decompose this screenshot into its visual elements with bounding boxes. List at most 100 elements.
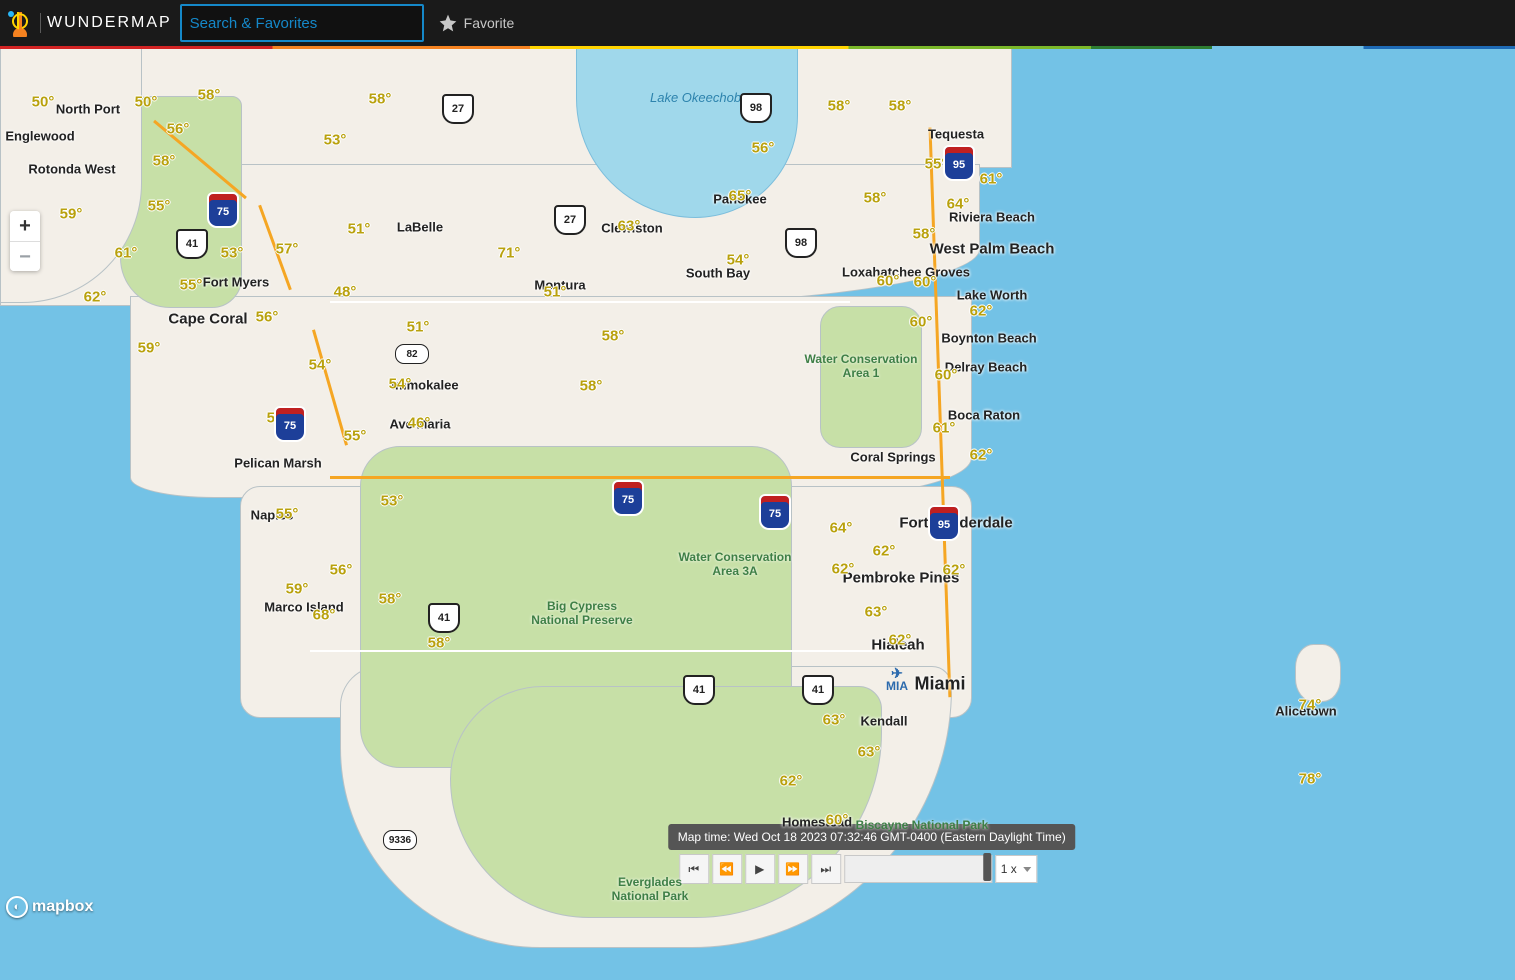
mapbox-attribution[interactable]: ◐ mapbox: [6, 896, 93, 918]
temperature-pin[interactable]: 62: [873, 543, 896, 560]
highway-shield: 27: [554, 205, 586, 235]
highway-shield: 75: [207, 192, 239, 228]
temperature-pin[interactable]: 62: [780, 773, 803, 790]
temperature-pin[interactable]: 65: [729, 188, 752, 205]
temperature-pin[interactable]: 55: [276, 506, 299, 523]
timeline-track[interactable]: [844, 855, 992, 883]
temperature-pin[interactable]: 58: [602, 328, 625, 345]
temperature-pin[interactable]: 59: [286, 581, 309, 598]
temperature-pin[interactable]: 56: [167, 121, 190, 138]
highway-shield: 41: [428, 603, 460, 633]
temperature-pin[interactable]: 60: [826, 812, 849, 829]
temperature-pin[interactable]: 58: [379, 591, 402, 608]
brand-logo[interactable]: WUNDERMAP: [6, 9, 172, 37]
search-input[interactable]: [180, 4, 424, 42]
highway-shield: 27: [442, 94, 474, 124]
city-label: Fort Myers: [203, 275, 269, 290]
city-label: Loxahatchee Groves: [842, 265, 970, 280]
timeline-prev-button[interactable]: ⏪: [712, 854, 742, 884]
temperature-pin[interactable]: 63: [618, 218, 641, 235]
temperature-pin[interactable]: 64: [947, 196, 970, 213]
timeline-speed-select[interactable]: 1 x: [995, 855, 1037, 883]
temperature-pin[interactable]: 58: [198, 87, 221, 104]
highway-shield: 75: [612, 480, 644, 516]
zoom-in-button[interactable]: +: [10, 211, 40, 241]
temperature-pin[interactable]: 46: [408, 415, 431, 432]
star-icon: [438, 13, 458, 33]
logo-text: WUNDERMAP: [47, 14, 172, 32]
temperature-pin[interactable]: 68: [313, 607, 336, 624]
highway-shield: 75: [759, 494, 791, 530]
temperature-pin[interactable]: 58: [828, 98, 851, 115]
city-label: LaBelle: [397, 220, 443, 235]
temperature-pin[interactable]: 58: [369, 91, 392, 108]
highway-shield: 41: [176, 229, 208, 259]
temperature-pin[interactable]: 61: [933, 420, 956, 437]
highway-shield: 82: [395, 344, 429, 364]
temperature-pin[interactable]: 51: [407, 319, 430, 336]
temperature-pin[interactable]: 56: [256, 309, 279, 326]
timeline-play-button[interactable]: ▶: [745, 854, 775, 884]
temperature-pin[interactable]: 74: [1299, 697, 1322, 714]
temperature-pin[interactable]: 48: [334, 284, 357, 301]
temperature-pin[interactable]: 62: [84, 289, 107, 306]
temperature-pin[interactable]: 60: [910, 314, 933, 331]
timeline-next-button[interactable]: ⏩: [778, 854, 808, 884]
temperature-pin[interactable]: 60: [935, 367, 958, 384]
timeline-handle[interactable]: [983, 853, 991, 881]
temperature-pin[interactable]: 62: [889, 632, 912, 649]
temperature-pin[interactable]: 53: [221, 245, 244, 262]
temperature-pin[interactable]: 58: [153, 153, 176, 170]
temperature-pin[interactable]: 54: [309, 357, 332, 374]
temperature-pin[interactable]: 60: [877, 273, 900, 290]
temperature-pin[interactable]: 56: [330, 562, 353, 579]
temperature-pin[interactable]: 61: [980, 171, 1003, 188]
city-label: Coral Springs: [850, 450, 935, 465]
temperature-pin[interactable]: 62: [970, 303, 993, 320]
temperature-pin[interactable]: 61: [115, 245, 138, 262]
zoom-out-button[interactable]: −: [10, 241, 40, 271]
temperature-pin[interactable]: 59: [60, 206, 83, 223]
map-canvas[interactable]: Lake Okeechobee + − ◐ mapbox Map time: W…: [0, 46, 1515, 980]
timeline-last-button[interactable]: ⏭: [811, 854, 841, 884]
temperature-pin[interactable]: 58: [913, 226, 936, 243]
temperature-pin[interactable]: 55: [180, 277, 203, 294]
temperature-pin[interactable]: 58: [889, 98, 912, 115]
temperature-pin[interactable]: 56: [752, 140, 775, 157]
temperature-pin[interactable]: 63: [823, 712, 846, 729]
temperature-pin[interactable]: 64: [830, 520, 853, 537]
temperature-pin[interactable]: 62: [832, 561, 855, 578]
temperature-pin[interactable]: 59: [138, 340, 161, 357]
temperature-pin[interactable]: 57: [276, 241, 299, 258]
timeline-control: ⏮ ⏪ ▶ ⏩ ⏭ 1 x: [679, 854, 1037, 884]
city-label: Miami: [914, 674, 965, 695]
temperature-pin[interactable]: 78: [1299, 771, 1322, 788]
temperature-pin[interactable]: 58: [864, 190, 887, 207]
city-label: North Port: [56, 102, 120, 117]
favorite-button[interactable]: Favorite: [438, 13, 515, 33]
favorite-label: Favorite: [464, 15, 515, 31]
airport-mia: MIA: [886, 666, 908, 692]
temperature-pin[interactable]: 53: [324, 132, 347, 149]
highway-shield: 41: [802, 675, 834, 705]
temperature-pin[interactable]: 63: [858, 744, 881, 761]
zoom-control: + −: [10, 211, 40, 271]
temperature-pin[interactable]: 53: [381, 493, 404, 510]
temperature-pin[interactable]: 60: [914, 274, 937, 291]
temperature-pin[interactable]: 63: [865, 604, 888, 621]
temperature-pin[interactable]: 58: [428, 635, 451, 652]
temperature-pin[interactable]: 50: [135, 94, 158, 111]
temperature-pin[interactable]: 51: [348, 221, 371, 238]
city-label: Pelican Marsh: [234, 456, 321, 471]
temperature-pin[interactable]: 71: [498, 245, 521, 262]
temperature-pin[interactable]: 54: [389, 376, 412, 393]
temperature-pin[interactable]: 62: [943, 562, 966, 579]
temperature-pin[interactable]: 51: [544, 284, 567, 301]
park-label: Water ConservationArea 1: [805, 353, 918, 381]
temperature-pin[interactable]: 54: [727, 252, 750, 269]
temperature-pin[interactable]: 55: [344, 428, 367, 445]
temperature-pin[interactable]: 55: [148, 198, 171, 215]
temperature-pin[interactable]: 58: [580, 378, 603, 395]
temperature-pin[interactable]: 50: [32, 94, 55, 111]
temperature-pin[interactable]: 62: [970, 447, 993, 464]
